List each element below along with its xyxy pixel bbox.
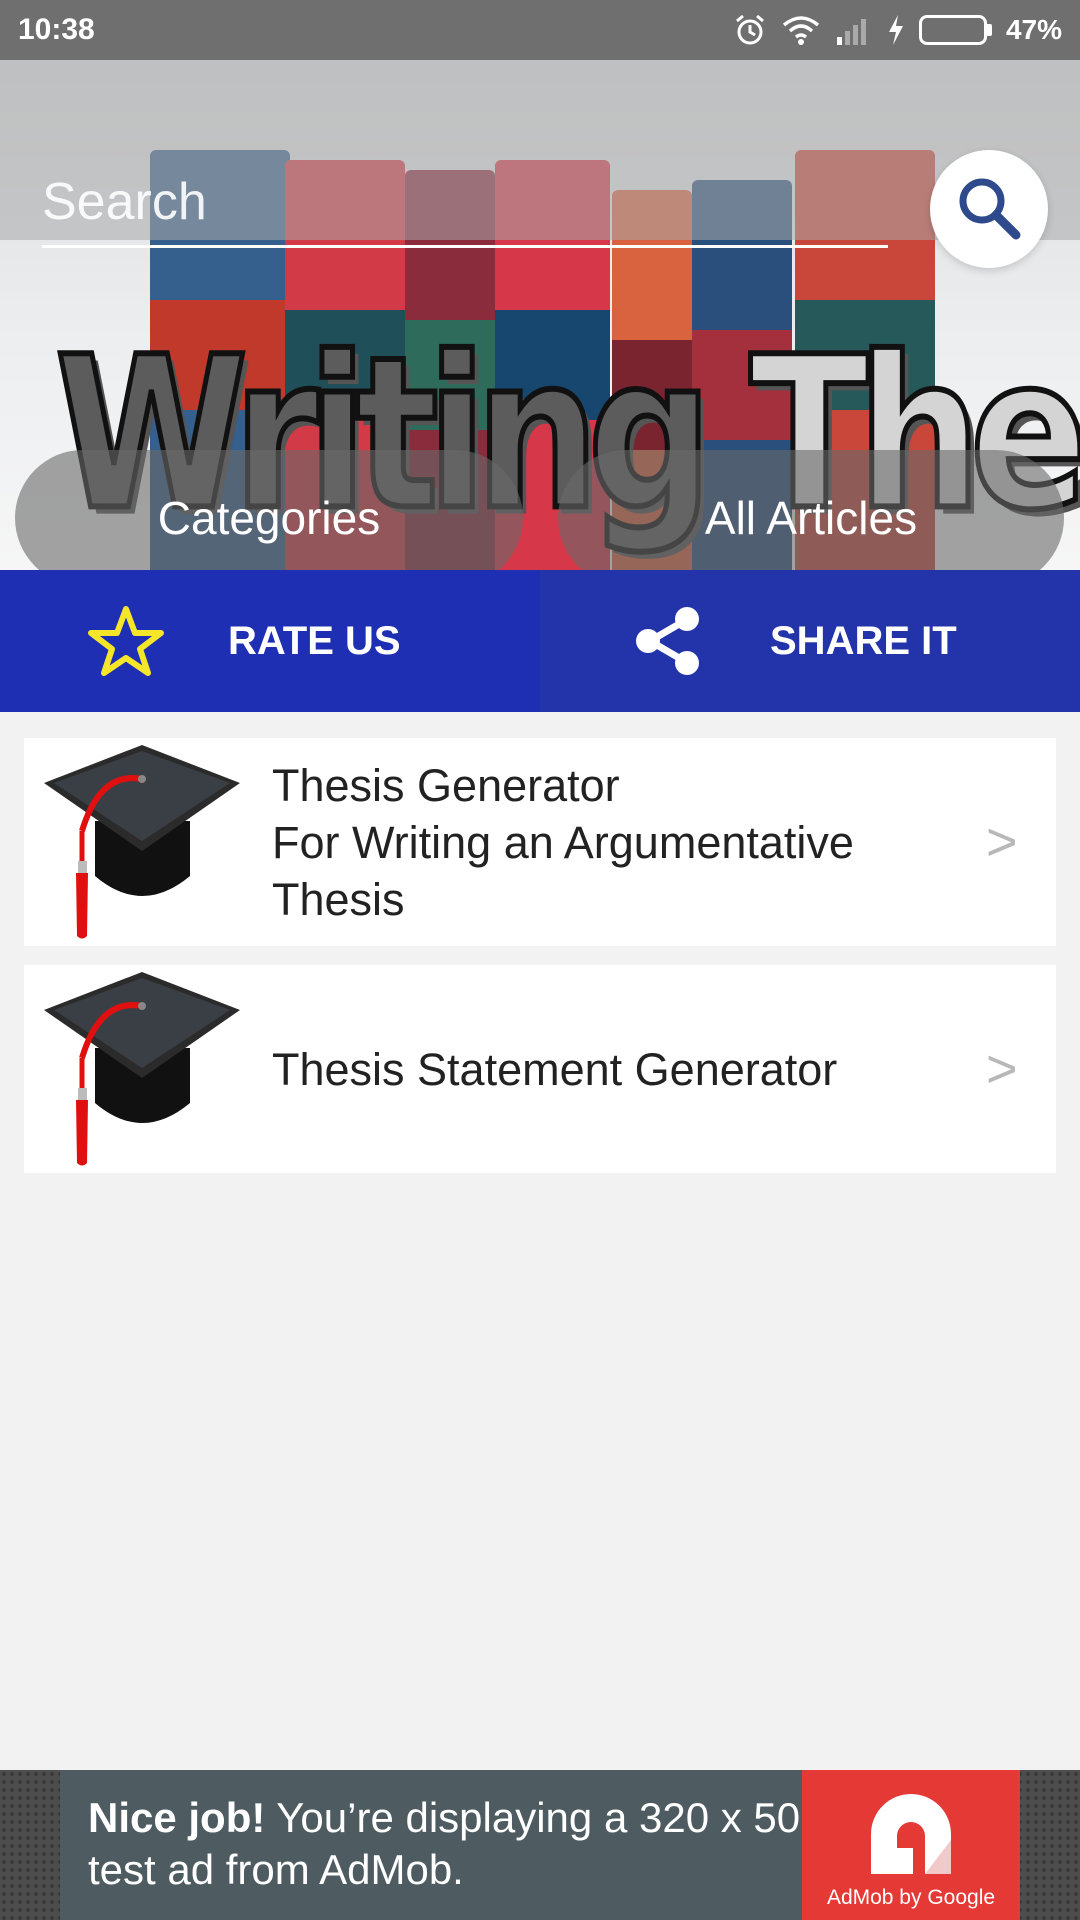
share-it-button[interactable]: SHARE IT: [540, 570, 1080, 712]
admob-icon: [871, 1794, 951, 1874]
star-icon: [88, 605, 164, 677]
status-time: 10:38: [18, 13, 95, 46]
list-item[interactable]: Thesis Statement Generator >: [24, 965, 1056, 1173]
list-item-title: Thesis Generator For Writing an Argument…: [272, 759, 854, 925]
chevron-right-icon: >: [986, 1039, 1018, 1099]
charging-icon: [887, 14, 905, 46]
battery-icon: [918, 15, 992, 45]
ad-text-bold: Nice job!: [88, 1794, 266, 1841]
categories-button[interactable]: Categories: [15, 450, 523, 570]
signal-icon: [835, 15, 873, 45]
status-bar: 10:38 47%: [0, 0, 1080, 60]
share-icon: [632, 606, 702, 676]
search-icon: [954, 173, 1024, 246]
graduation-cap-icon: [40, 741, 244, 941]
ad-banner[interactable]: Nice job! You’re displaying a 320 x 50 t…: [60, 1770, 1020, 1920]
search-input[interactable]: [42, 158, 888, 248]
alarm-icon: [733, 13, 767, 47]
wifi-icon: [781, 14, 821, 46]
categories-label: Categories: [157, 492, 381, 544]
all-articles-label: All Articles: [704, 492, 918, 544]
chevron-right-icon: >: [986, 812, 1018, 872]
ad-text: Nice job! You’re displaying a 320 x 50 t…: [60, 1770, 802, 1920]
status-icons: 47%: [733, 13, 1062, 47]
action-bar: RATE US SHARE IT: [0, 570, 1080, 712]
search-button[interactable]: [930, 150, 1048, 268]
list-item-title: Thesis Statement Generator: [272, 1043, 838, 1095]
ad-container: Nice job! You’re displaying a 320 x 50 t…: [0, 1770, 1080, 1920]
graduation-cap-icon: [40, 968, 244, 1168]
list-item[interactable]: Thesis Generator For Writing an Argument…: [24, 738, 1056, 946]
rate-us-label: RATE US: [228, 618, 401, 663]
rate-us-button[interactable]: RATE US: [0, 570, 540, 712]
hero-banner: Writing Thesis Categories All Articles: [0, 60, 1080, 570]
battery-percent: 47%: [1005, 14, 1062, 45]
share-it-label: SHARE IT: [770, 618, 957, 663]
article-list: Thesis Generator For Writing an Argument…: [24, 738, 1056, 1192]
admob-logo: AdMob by Google: [802, 1770, 1020, 1920]
all-articles-button[interactable]: All Articles: [558, 450, 1064, 570]
ad-logo-caption: AdMob by Google: [826, 1886, 996, 1909]
